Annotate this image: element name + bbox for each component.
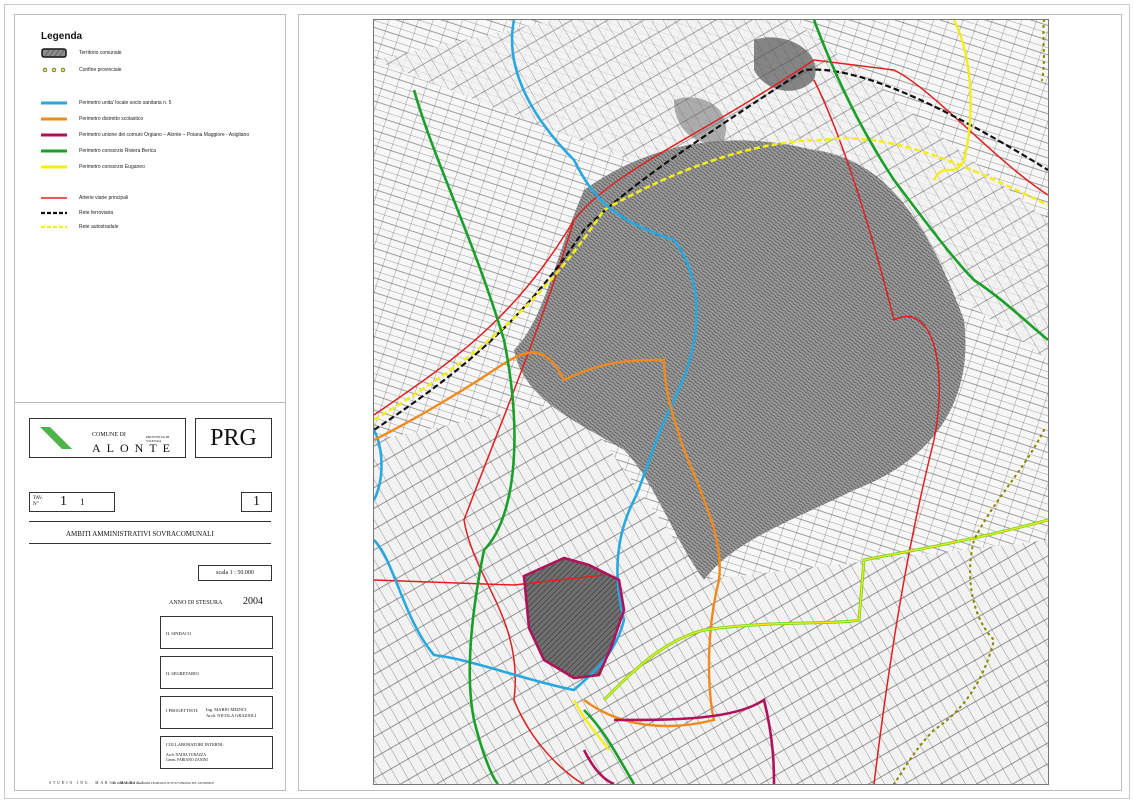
- dashed-black-line-icon: [41, 211, 67, 215]
- green-line-icon: [41, 149, 67, 153]
- legend-item-euganeo: Perimetro consorzio Euganeo: [41, 161, 145, 173]
- comune-logo-icon: [40, 427, 72, 449]
- comune-logo-box: COMUNE DI PROVINCIA DI VICENZA ALONTE: [29, 418, 186, 458]
- legend-label: Perimetro consorzio Euganeo: [79, 164, 145, 170]
- scale-box: scala 1 : 50.000: [198, 565, 272, 581]
- sindaco-box: IL SINDACO: [160, 616, 273, 649]
- sheet-number: 1: [241, 492, 272, 512]
- red-line-icon: [41, 197, 67, 199]
- legend-item-confine: Confine provinciale: [41, 64, 122, 76]
- territory-map[interactable]: [373, 19, 1049, 785]
- dashed-yellow-line-icon: [41, 225, 67, 229]
- collaboratore-name: Geom. FABIANO ZANINI: [166, 758, 208, 762]
- segretario-label: IL SEGRETARIO: [166, 671, 199, 676]
- yellow-line-icon: [41, 165, 67, 169]
- progettista-name: Arch. NICOLA GRAZIOLI: [206, 713, 257, 718]
- legend-label: Perimetro unita' locale socio sanitaria …: [79, 100, 172, 106]
- progettisti-names: Ing. MARIO MEDICI Arch. NICOLA GRAZIOLI: [206, 707, 256, 719]
- magenta-line-icon: [41, 133, 67, 137]
- legend-item-riviera: Perimetro consorzio Riviera Berica: [41, 145, 156, 157]
- divider: [29, 521, 271, 522]
- title-block: COMUNE DI PROVINCIA DI VICENZA ALONTE PR…: [15, 403, 285, 790]
- legend-label: Rete autostradale: [79, 224, 119, 230]
- map-canvas: [374, 20, 1048, 784]
- legend-item-ulss: Perimetro unita' locale socio sanitaria …: [41, 97, 171, 109]
- progettisti-box: I PROGETTISTI: Ing. MARIO MEDICI Arch. N…: [160, 696, 273, 729]
- divider: [29, 543, 271, 544]
- legend-label: Perimetro unione dei comuni Orgiano – Al…: [79, 132, 250, 138]
- legend-item-territorio: Territorio comunale: [41, 47, 122, 59]
- legend: Legenda Territorio comunale Confine prov…: [15, 15, 285, 403]
- anno-value: 2004: [243, 596, 263, 607]
- segretario-box: IL SEGRETARIO: [160, 656, 273, 689]
- legend-item-ferrovia: Rete ferroviaria: [41, 207, 113, 219]
- legend-item-unione: Perimetro unione dei comuni Orgiano – Al…: [41, 129, 249, 141]
- legend-label: Territorio comunale: [79, 50, 122, 56]
- comune-name: ALONTE: [92, 441, 176, 455]
- legend-label: Rete ferroviaria: [79, 210, 114, 216]
- anno-label: ANNO DI STESURA: [169, 600, 223, 606]
- tav-box: TAV. N° 1 1: [29, 492, 115, 512]
- legend-label: Perimetro consorzio Riviera Berica: [79, 148, 156, 154]
- legend-label: Perimetro distretto scolastico: [79, 116, 144, 122]
- legend-label: Confine provinciale: [79, 67, 122, 73]
- studio-address: VIA MONSIGNOR GIACOMO LEOPOLDI 26 37132 …: [111, 781, 215, 785]
- subject-title: AMBITI AMMINISTRATIVI SOVRACOMUNALI: [66, 530, 214, 538]
- legend-title: Legenda: [41, 31, 83, 42]
- legend-item-arterie: Arterie viarie principali: [41, 192, 128, 204]
- progettisti-label: I PROGETTISTI:: [166, 708, 199, 713]
- tav-sub: 1: [80, 497, 85, 507]
- tav-number: 1: [60, 494, 67, 509]
- comune-prefix: COMUNE DI: [92, 432, 126, 438]
- legend-label: Arterie viarie principali: [79, 195, 129, 201]
- plan-code: PRG: [195, 418, 272, 458]
- tav-label: TAV. N°: [33, 496, 43, 507]
- blue-line-icon: [41, 101, 67, 105]
- collaboratori-box: COLLABORATORI INTERNI: Arch. NADIA TURAZ…: [160, 736, 273, 769]
- sindaco-label: IL SINDACO: [166, 631, 192, 636]
- dotted-line-icon: [42, 67, 66, 73]
- collaboratori-label: COLLABORATORI INTERNI:: [166, 742, 224, 747]
- legend-item-autostrada: Rete autostradale: [41, 221, 118, 233]
- orange-line-icon: [41, 117, 67, 121]
- legend-item-scolastico: Perimetro distretto scolastico: [41, 113, 143, 125]
- hatched-area-icon: [41, 48, 67, 58]
- collaboratori-names: Arch. NADIA TURAZZA Geom. FABIANO ZANINI: [166, 753, 208, 763]
- left-panel: Legenda Territorio comunale Confine prov…: [14, 14, 286, 791]
